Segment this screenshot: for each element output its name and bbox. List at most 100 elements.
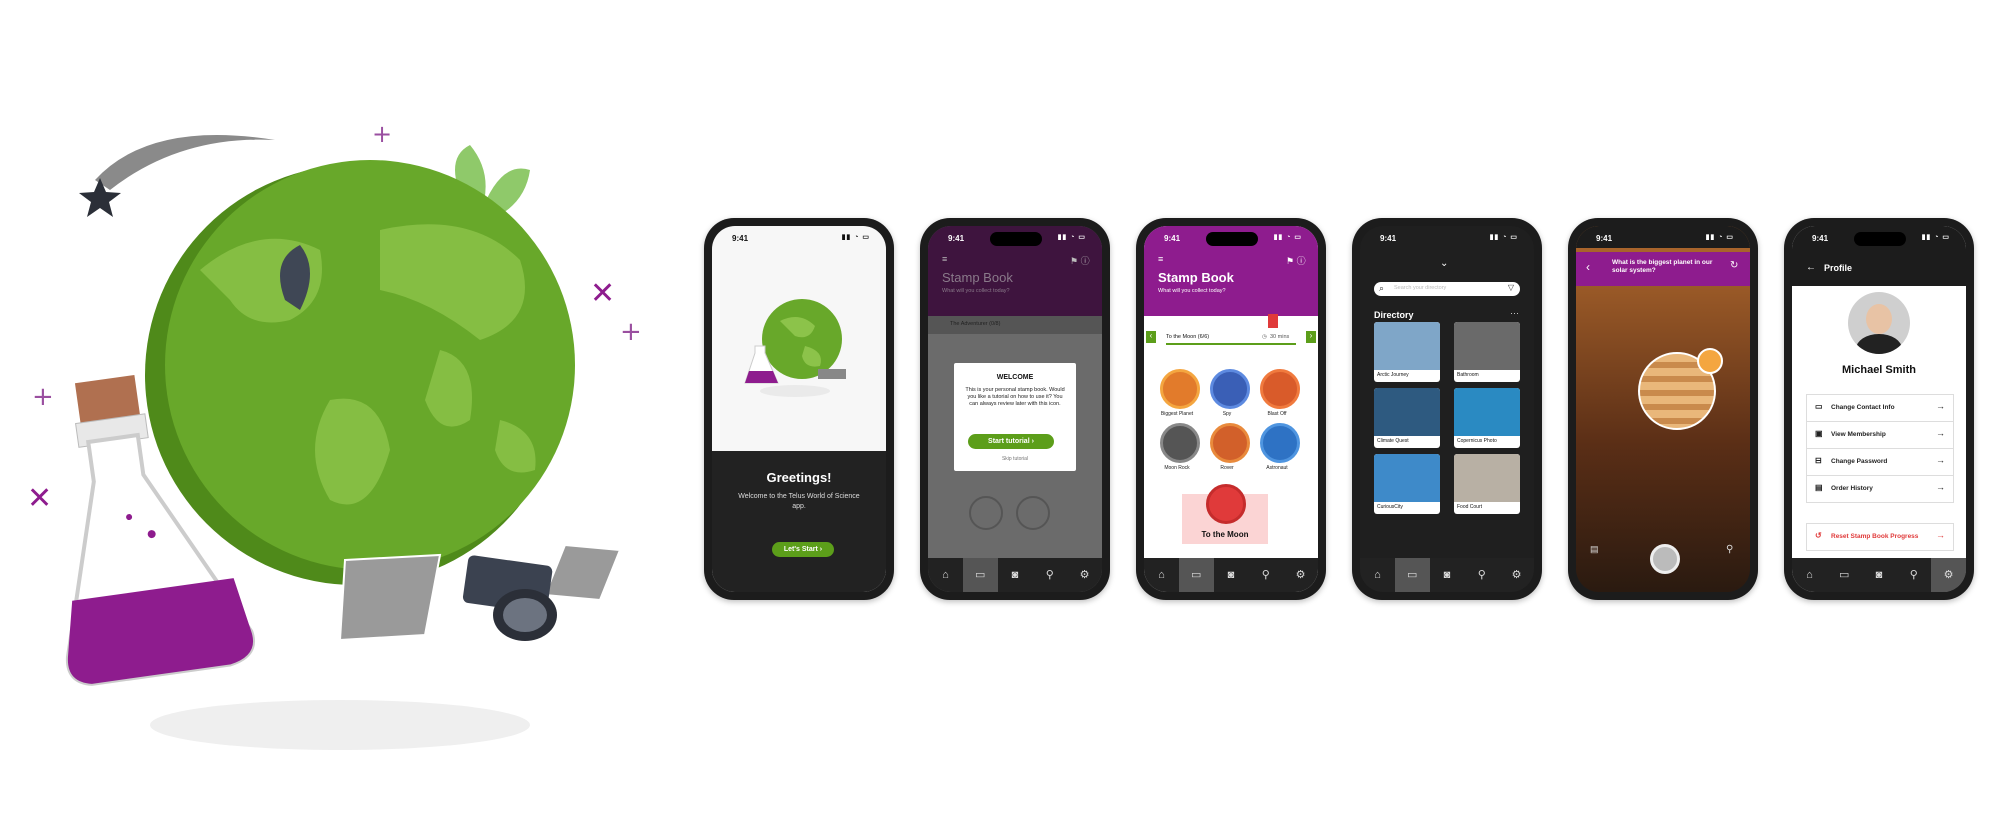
- map-pin-icon[interactable]: ⚲: [1248, 558, 1283, 592]
- start-tutorial-button[interactable]: Start tutorial ›: [968, 434, 1054, 449]
- status-bar: 9:41 ▮▮ ◔ ▭: [1792, 226, 1966, 248]
- stamp-rover[interactable]: [1210, 423, 1250, 463]
- stamp-label: Moon Rock: [1164, 465, 1190, 471]
- menu-icon[interactable]: ≡: [942, 254, 947, 264]
- card-label: Bathroom: [1457, 372, 1479, 378]
- directory-card[interactable]: Food Court: [1454, 454, 1520, 514]
- status-bar: 9:41 ▮▮ ◔ ▭: [1144, 226, 1318, 248]
- camera-icon[interactable]: ◙: [1430, 558, 1465, 592]
- quiz-screen: 9:41 ▮▮ ◔ ▭ ‹ What is the biggest planet…: [1576, 226, 1750, 592]
- stamp-label: Rover: [1220, 465, 1234, 471]
- directory-card[interactable]: Arctic Journey: [1374, 322, 1440, 382]
- filter-icon[interactable]: ▽: [1508, 283, 1514, 292]
- reward-card[interactable]: To the Moon: [1182, 484, 1268, 544]
- gear-icon[interactable]: ⚙: [1067, 558, 1102, 592]
- map-pin-icon[interactable]: ⚲: [1032, 558, 1067, 592]
- menu-order-history[interactable]: ▤ Order History →: [1806, 475, 1954, 503]
- modal-body: This is your personal stamp book. Would …: [965, 387, 1065, 407]
- bookmark-icon[interactable]: ⚑ ⓘ: [1286, 254, 1306, 267]
- stamp-blast-off[interactable]: [1260, 369, 1300, 409]
- stamp-biggest-planet[interactable]: [1160, 369, 1200, 409]
- menu-change-password[interactable]: ⊟ Change Password →: [1806, 448, 1954, 476]
- page-title: Profile: [1824, 263, 1853, 273]
- gear-icon[interactable]: ⚙: [1499, 558, 1534, 592]
- reset-stamp-book-button[interactable]: ↺ Reset Stamp Book Progress →: [1806, 523, 1954, 551]
- stampbook-screen: 9:41 ▮▮ ◔ ▭ ≡ ⚑ ⓘ Stamp Book What will y…: [1144, 226, 1318, 592]
- photo-library-icon[interactable]: ▤: [1590, 544, 1599, 555]
- menu-view-membership[interactable]: ▣ View Membership →: [1806, 421, 1954, 449]
- stamp-moon-rock[interactable]: [1160, 423, 1200, 463]
- globe-thumbnail: [744, 299, 846, 397]
- directory-card[interactable]: CuriousCity: [1374, 454, 1440, 514]
- home-icon[interactable]: ⌂: [928, 558, 963, 592]
- phone-greeting: 9:41 ▮▮ ◔ ▭ Greetings! Welcome to the Te…: [704, 218, 894, 600]
- shutter-button[interactable]: [1650, 544, 1680, 574]
- progress-bar: [1166, 343, 1296, 345]
- more-icon[interactable]: ⋯: [1510, 308, 1519, 319]
- chevron-left-icon[interactable]: ‹: [1586, 260, 1590, 274]
- status-time: 9:41: [1164, 234, 1181, 243]
- camera-icon[interactable]: ◙: [1214, 558, 1249, 592]
- directory-heading: Directory: [1374, 310, 1414, 320]
- menu-label: Change Contact Info: [1831, 404, 1895, 411]
- gear-icon[interactable]: ⚙: [1931, 558, 1966, 592]
- tab-bar: ⌂ ▭ ◙ ⚲ ⚙: [1360, 558, 1534, 592]
- chevron-right-icon[interactable]: ›: [1306, 331, 1316, 343]
- collection-bar: ‹ To the Moon (6/6) ◷ 30 mins ›: [1144, 330, 1318, 348]
- phone-tutorial: 9:41 ▮▮ ◔ ▭ ≡ ⚑ ⓘ Stamp Book What will y…: [920, 218, 1110, 600]
- map-pin-icon[interactable]: ⚲: [1464, 558, 1499, 592]
- profile-name: Michael Smith: [1842, 364, 1916, 376]
- home-icon[interactable]: ⌂: [1360, 558, 1395, 592]
- notch: [1854, 232, 1906, 246]
- menu-icon[interactable]: ≡: [1158, 254, 1163, 264]
- arrow-right-icon: →: [1936, 401, 1945, 411]
- lets-start-button[interactable]: Let's Start ›: [772, 542, 834, 557]
- chevron-left-icon[interactable]: ‹: [1146, 331, 1156, 343]
- phone-profile: 9:41 ▮▮ ◔ ▭ ← Profile Michael Smith ▭ Cha…: [1784, 218, 1974, 600]
- book-icon[interactable]: ▭: [1827, 558, 1862, 592]
- refresh-icon[interactable]: ↻: [1730, 260, 1738, 271]
- duration-label: 30 mins: [1270, 334, 1290, 340]
- sparkle-plus-icon: +: [32, 382, 54, 412]
- header: 9:41 ▮▮ ◔ ▭ ≡ ⚑ ⓘ Stamp Book What will y…: [1144, 226, 1318, 316]
- book-icon[interactable]: ▭: [962, 558, 998, 592]
- map-pin-icon[interactable]: ⚲: [1896, 558, 1931, 592]
- book-icon[interactable]: ▭: [1178, 558, 1214, 592]
- back-arrow-icon[interactable]: ←: [1806, 262, 1816, 273]
- gear-icon[interactable]: ⚙: [1283, 558, 1318, 592]
- chevron-down-icon[interactable]: ⌄: [1440, 258, 1448, 269]
- camera-icon[interactable]: ◙: [998, 558, 1033, 592]
- reward-badge-icon: [1206, 484, 1246, 524]
- header: 9:41 ▮▮ ◔ ▭ ≡ ⚑ ⓘ Stamp Book What will y…: [928, 226, 1102, 316]
- map-pin-icon[interactable]: ⚲: [1726, 544, 1733, 555]
- receipt-icon: ▤: [1815, 483, 1823, 492]
- sparkle-x-icon: ✕: [590, 276, 615, 311]
- question-text: What is the biggest planet in our solar …: [1612, 259, 1713, 274]
- directory-card[interactable]: Bathroom: [1454, 322, 1520, 382]
- signal-icon: ▮▮ ◔ ▭: [1273, 234, 1302, 241]
- menu-change-contact-info[interactable]: ▭ Change Contact Info →: [1806, 394, 1954, 422]
- skip-tutorial-link[interactable]: Skip tutorial: [954, 456, 1076, 462]
- planet-badge-icon: [1697, 348, 1723, 374]
- camera-icon[interactable]: ◙: [1862, 558, 1897, 592]
- home-icon[interactable]: ⌂: [1144, 558, 1179, 592]
- collection-bar: The Adventurer (0/8): [928, 316, 1102, 334]
- chevron-right-icon: ›: [819, 546, 823, 553]
- home-icon[interactable]: ⌂: [1792, 558, 1827, 592]
- status-bar: 9:41 ▮▮ ◔ ▭: [1360, 226, 1534, 248]
- notch: [990, 232, 1042, 246]
- stamp-label: Astronaut: [1266, 465, 1288, 471]
- stamp-spy[interactable]: [1210, 369, 1250, 409]
- stamp-astronaut[interactable]: [1260, 423, 1300, 463]
- book-icon[interactable]: ▭: [1394, 558, 1430, 592]
- bookmark-icon[interactable]: ⚑ ⓘ: [1070, 254, 1090, 267]
- directory-card[interactable]: Climate Quest: [1374, 388, 1440, 448]
- tab-bar: ⌂ ▭ ◙ ⚲ ⚙: [1144, 558, 1318, 592]
- card-label: Arctic Journey: [1377, 372, 1409, 378]
- phone-stampbook: 9:41 ▮▮ ◔ ▭ ≡ ⚑ ⓘ Stamp Book What will y…: [1136, 218, 1326, 600]
- chevron-right-icon: ›: [1031, 438, 1034, 445]
- stamp-placeholder: [969, 496, 1003, 530]
- directory-card[interactable]: Copernicus Photo: [1454, 388, 1520, 448]
- search-bar[interactable]: ⌕ Search your directory ▽: [1374, 282, 1520, 296]
- arrow-right-icon: →: [1936, 530, 1945, 540]
